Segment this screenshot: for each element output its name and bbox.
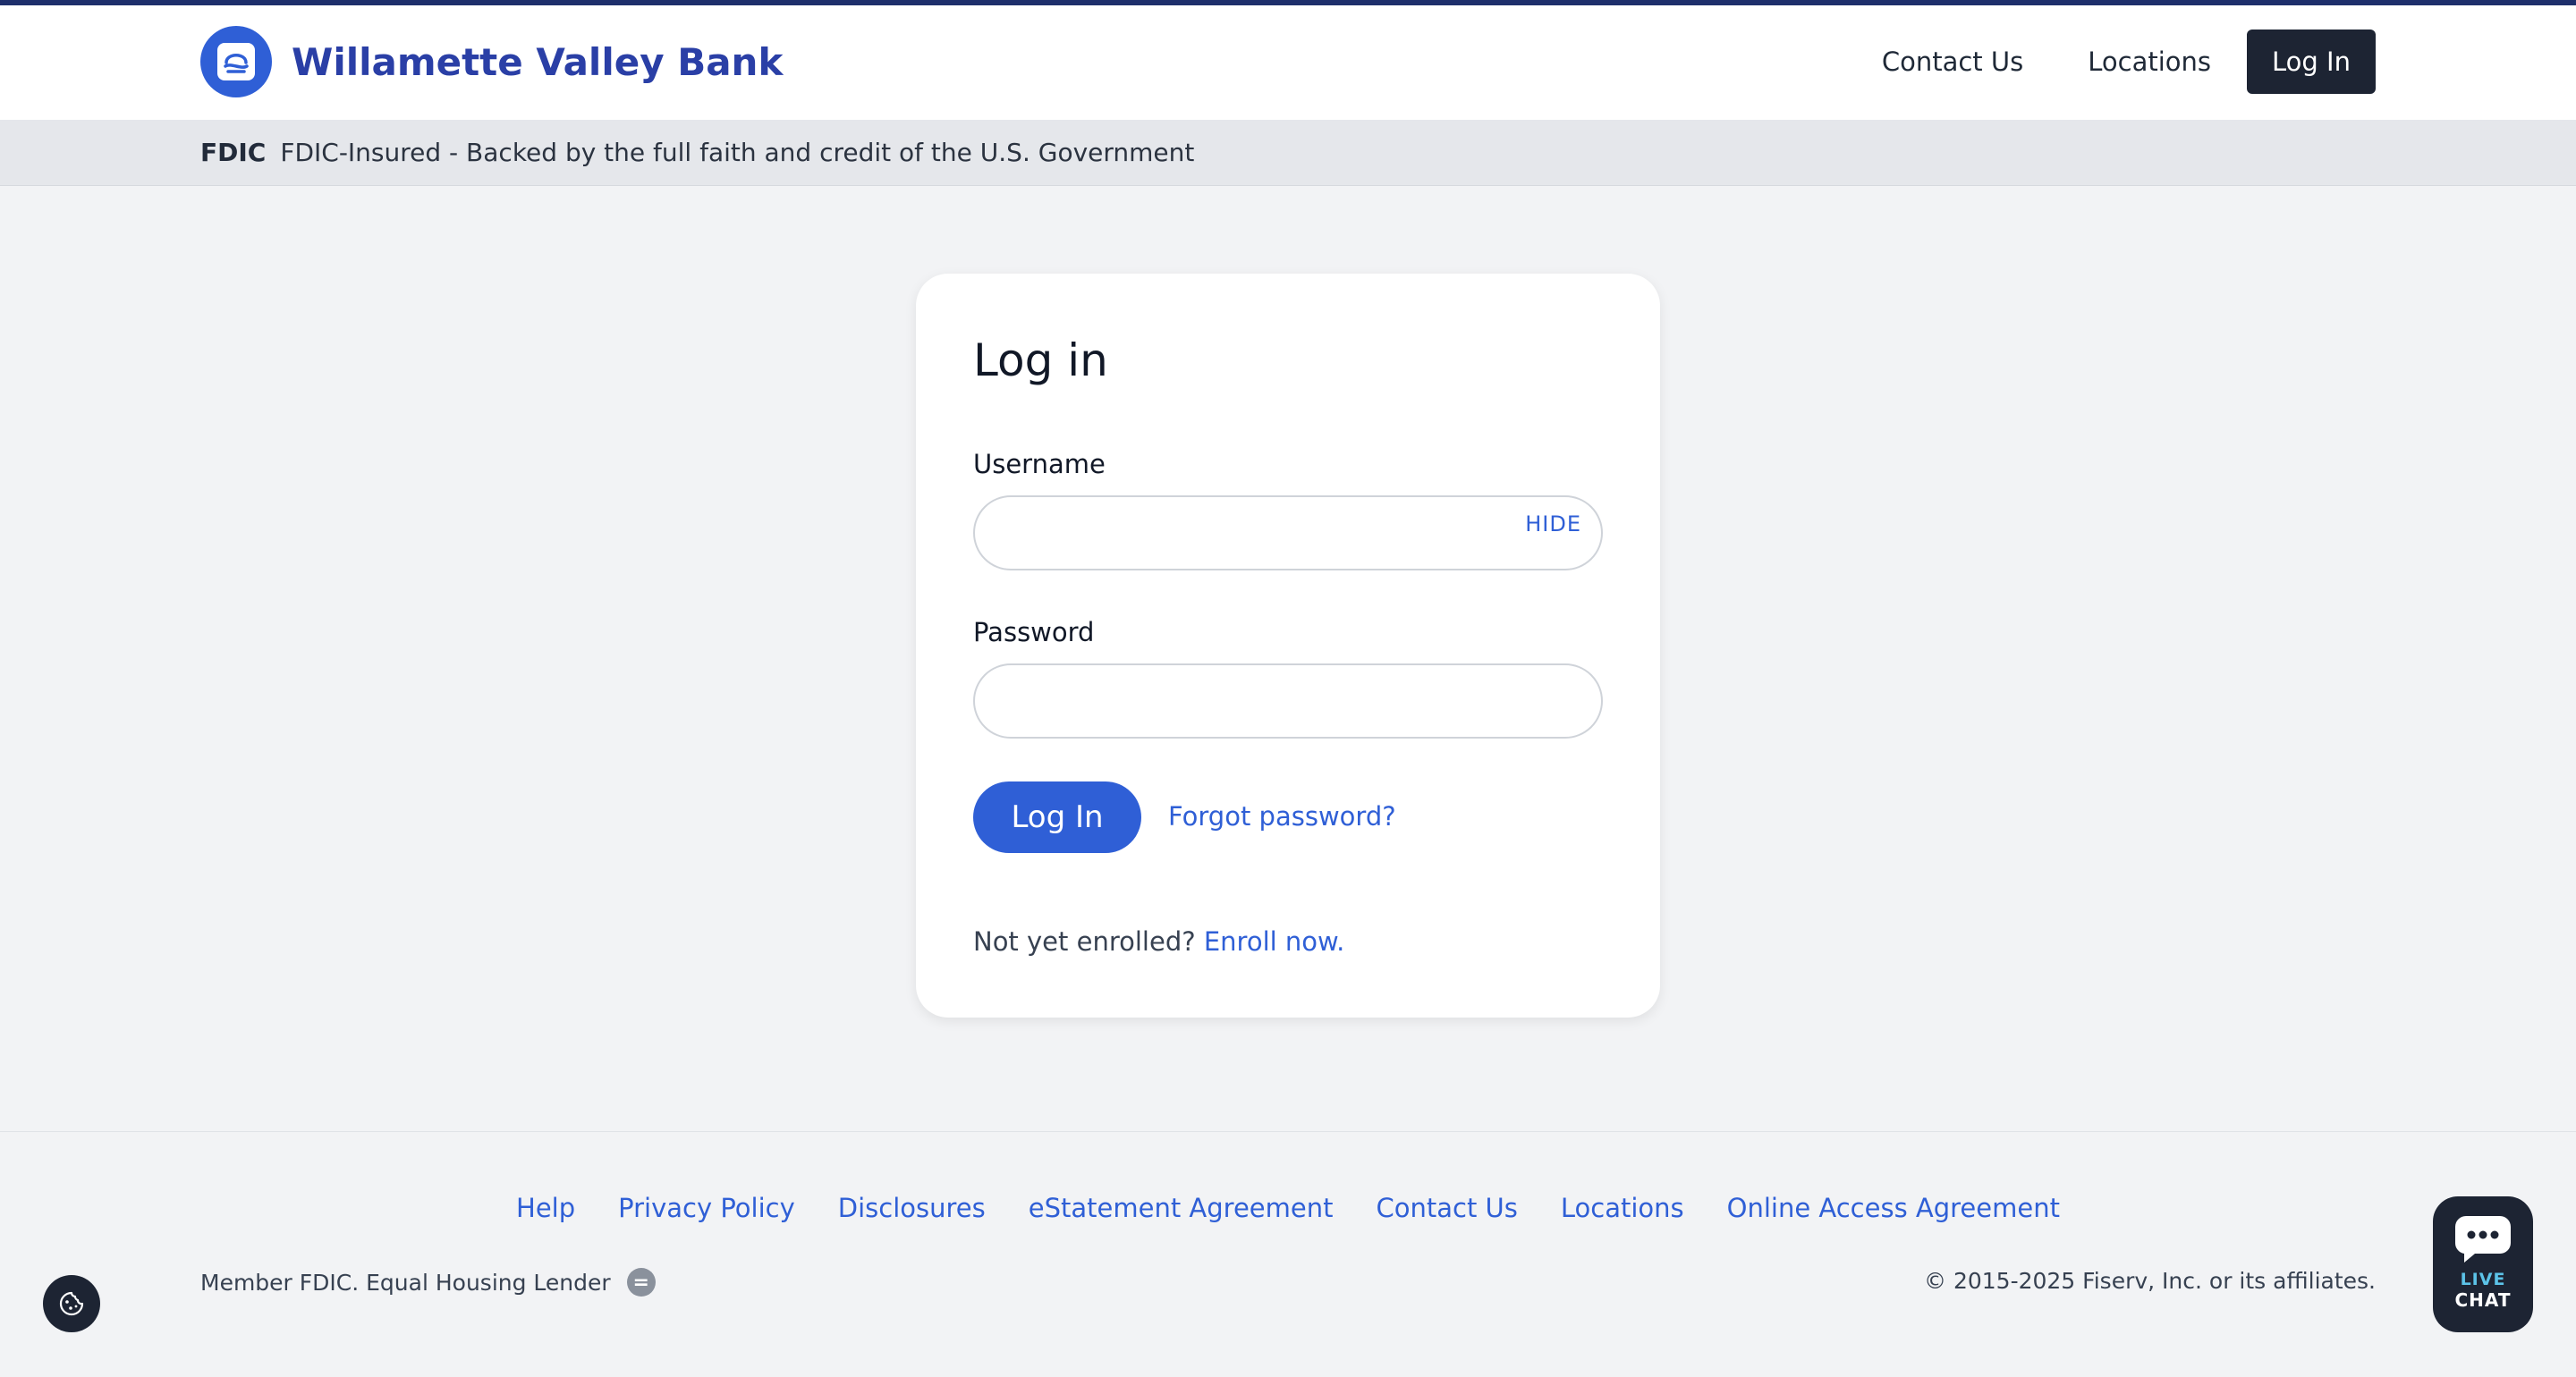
password-field[interactable] — [973, 663, 1603, 739]
login-button[interactable]: Log In — [973, 781, 1141, 853]
login-card: Log in Username HIDE Password Log In For… — [916, 274, 1660, 1018]
fdic-banner: FDIC FDIC-Insured - Backed by the full f… — [0, 120, 2576, 186]
username-label: Username — [973, 449, 1106, 479]
footer-link-help[interactable]: Help — [516, 1193, 575, 1223]
footer-link-online-access-agreement[interactable]: Online Access Agreement — [1727, 1193, 2060, 1223]
bank-name: Willamette Valley Bank — [292, 39, 784, 84]
footer-link-estatement-agreement[interactable]: eStatement Agreement — [1029, 1193, 1334, 1223]
cookie-settings-button[interactable] — [43, 1275, 100, 1332]
password-label: Password — [973, 617, 1095, 647]
enroll-text: Not yet enrolled? — [973, 926, 1196, 957]
site-footer: Help Privacy Policy Disclosures eStateme… — [0, 1131, 2576, 1377]
site-header: Willamette Valley Bank Contact Us Locati… — [0, 5, 2576, 120]
enroll-now-link[interactable]: Enroll now. — [1204, 926, 1344, 957]
bank-logo-icon — [200, 26, 272, 97]
footer-link-privacy-policy[interactable]: Privacy Policy — [618, 1193, 795, 1223]
nav-locations[interactable]: Locations — [2088, 46, 2211, 77]
live-chat-button[interactable]: LIVE CHAT — [2433, 1196, 2533, 1332]
enroll-prompt: Not yet enrolled? Enroll now. — [973, 926, 1344, 957]
copyright: © 2015-2025 Fiserv, Inc. or its affiliat… — [1924, 1268, 2376, 1294]
main-nav: Contact Us Locations Log In — [1882, 30, 2376, 94]
member-fdic: Member FDIC. Equal Housing Lender = — [200, 1268, 656, 1297]
forgot-password-link[interactable]: Forgot password? — [1168, 801, 1396, 832]
chat-bubble-icon — [2454, 1216, 2511, 1263]
chat-label: CHAT — [2454, 1289, 2512, 1311]
brand[interactable]: Willamette Valley Bank — [200, 26, 783, 97]
footer-link-contact-us[interactable]: Contact Us — [1376, 1193, 1517, 1223]
chat-live-label: LIVE — [2460, 1270, 2506, 1289]
member-text: Member FDIC. Equal Housing Lender — [200, 1269, 611, 1296]
page-title: Log in — [973, 334, 1108, 386]
footer-link-locations[interactable]: Locations — [1561, 1193, 1684, 1223]
footer-links: Help Privacy Policy Disclosures eStateme… — [0, 1193, 2576, 1223]
fdic-logo: FDIC — [200, 138, 267, 167]
cookie-icon — [59, 1291, 84, 1316]
footer-link-disclosures[interactable]: Disclosures — [838, 1193, 986, 1223]
equal-housing-icon: = — [626, 1268, 656, 1297]
fdic-statement: FDIC-Insured - Backed by the full faith … — [280, 138, 1195, 167]
header-login-button[interactable]: Log In — [2247, 30, 2376, 94]
hide-username-toggle[interactable]: HIDE — [1525, 511, 1581, 536]
username-field[interactable]: HIDE — [973, 495, 1603, 570]
nav-contact-us[interactable]: Contact Us — [1882, 46, 2023, 77]
